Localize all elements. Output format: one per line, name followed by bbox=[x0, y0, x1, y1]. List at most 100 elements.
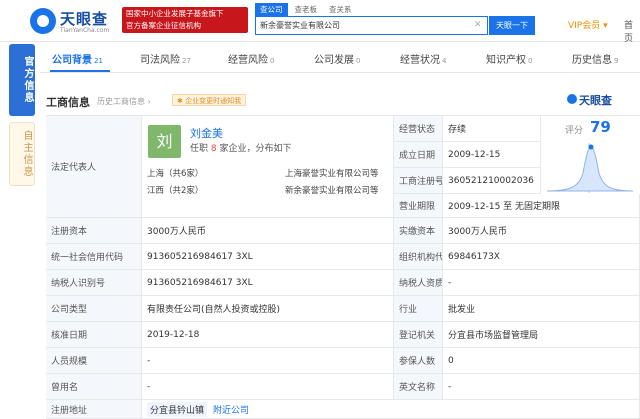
tab-intellectual-property[interactable]: 知识产权 0 bbox=[486, 51, 532, 66]
paid-capital-value: 3000万人民币 bbox=[443, 218, 640, 244]
english-name-label: 英文名称 bbox=[394, 374, 443, 400]
avatar[interactable]: 刘 bbox=[148, 125, 181, 158]
vip-menu[interactable]: VIP会员 ▾ bbox=[568, 18, 608, 31]
tab-label: 知识产权 bbox=[486, 55, 526, 66]
legal-rep-role: 任职 8 家企业，分布如下 bbox=[190, 141, 292, 154]
tab-count: 0 bbox=[528, 57, 533, 65]
section-nav: 公司背景 21 司法风险 27 经营风险 0 公司发展 0 经营状况 4 知识产权 0 历史… bbox=[40, 47, 640, 73]
score-label: 评分 bbox=[565, 126, 584, 136]
english-name-value: - bbox=[443, 374, 640, 400]
side-tab-self[interactable]: 自主信息 bbox=[9, 122, 35, 186]
tab-count: 21 bbox=[94, 57, 103, 65]
score-value: 79 bbox=[590, 118, 611, 136]
change-notify-button[interactable]: ✱ 企业变更时通知我 bbox=[172, 94, 247, 106]
paid-capital-label: 实缴资本 bbox=[394, 218, 443, 244]
approve-date-label: 核准日期 bbox=[46, 322, 142, 348]
address-label: 注册地址 bbox=[46, 400, 142, 419]
tab-count: 27 bbox=[182, 57, 191, 65]
section-title: 工商信息 bbox=[46, 96, 90, 109]
logo-eye-icon bbox=[30, 8, 56, 34]
history-business-info-link[interactable]: 历史工商信息 › bbox=[97, 96, 151, 107]
top-bar: 天眼查 TianYanCha.com 国家中小企业发展子基金旗下 官方备案企业征… bbox=[0, 0, 640, 44]
capital-value: 3000万人民币 bbox=[142, 218, 394, 244]
tab-count: 9 bbox=[614, 57, 619, 65]
tab-business-risk[interactable]: 经营风险 0 bbox=[228, 51, 274, 66]
business-info-table: 法定代表人 刘 刘金美 任职 8 家企业，分布如下 上海（共6家） 上海豪誉实业… bbox=[46, 115, 640, 419]
approve-date-value: 2019-12-18 bbox=[142, 322, 394, 348]
search-button[interactable]: 天眼一下 bbox=[489, 16, 535, 35]
tab-count: 4 bbox=[442, 57, 447, 65]
region-jiangxi[interactable]: 江西（共2家） bbox=[147, 184, 203, 196]
score-distribution-curve bbox=[546, 143, 634, 193]
clear-icon[interactable]: ✕ bbox=[474, 20, 482, 30]
authority-value: 分宜县市场监督管理局 bbox=[443, 322, 640, 348]
former-name-value: - bbox=[142, 374, 394, 400]
region-shanghai-company[interactable]: 上海豪誉实业有限公司等 bbox=[285, 167, 379, 179]
term-label: 营业期限 bbox=[394, 194, 443, 218]
taxpayer-qual-value: - bbox=[443, 270, 640, 296]
tab-count: 0 bbox=[356, 57, 361, 65]
logo-subtitle: TianYanCha.com bbox=[60, 27, 110, 34]
tab-search-company[interactable]: 查公司 bbox=[255, 3, 288, 16]
regno-label: 工商注册号 bbox=[394, 168, 443, 194]
former-name-label: 曾用名 bbox=[46, 374, 142, 400]
industry-value: 批发业 bbox=[443, 296, 640, 322]
legal-rep-name[interactable]: 刘金美 bbox=[190, 125, 223, 141]
role-count: 8 bbox=[210, 144, 217, 154]
score-panel[interactable]: 评分 79 bbox=[541, 116, 640, 218]
tab-legal-risk[interactable]: 司法风险 27 bbox=[140, 51, 191, 66]
region-shanghai[interactable]: 上海（共6家） bbox=[147, 167, 203, 179]
tab-company-development[interactable]: 公司发展 0 bbox=[314, 51, 360, 66]
section-brand: 天眼查 bbox=[579, 94, 612, 107]
tab-company-background[interactable]: 公司背景 21 bbox=[52, 51, 103, 66]
legal-rep-block: 刘 刘金美 任职 8 家企业，分布如下 上海（共6家） 上海豪誉实业有限公司等 … bbox=[142, 116, 394, 218]
company-type-label: 公司类型 bbox=[46, 296, 142, 322]
authority-label: 登记机关 bbox=[394, 322, 443, 348]
address-text: 分宜县钤山镇 bbox=[147, 401, 208, 417]
tab-label: 经营风险 bbox=[228, 55, 268, 66]
industry-label: 行业 bbox=[394, 296, 443, 322]
status-label: 经营状态 bbox=[394, 116, 443, 142]
staff-size-value: - bbox=[142, 348, 394, 374]
legal-rep-label: 法定代表人 bbox=[46, 116, 142, 218]
active-tab-underline bbox=[50, 70, 110, 72]
company-type-value: 有限责任公司(自然人投资或控股) bbox=[142, 296, 394, 322]
staff-size-label: 人员规模 bbox=[46, 348, 142, 374]
tab-search-relation[interactable]: 查关系 bbox=[324, 3, 357, 16]
regno-value: 360521210002036 bbox=[443, 168, 541, 194]
credit-code-label: 统一社会信用代码 bbox=[46, 244, 142, 270]
banner-line-1: 国家中小企业发展子基金旗下 bbox=[126, 9, 224, 18]
taxpayer-id-label: 纳税人识别号 bbox=[46, 270, 142, 296]
capital-label: 注册资本 bbox=[46, 218, 142, 244]
role-suffix: 家企业，分布如下 bbox=[219, 144, 292, 154]
tab-label: 经营状况 bbox=[400, 55, 440, 66]
tab-label: 公司发展 bbox=[314, 55, 354, 66]
tab-search-boss[interactable]: 查老板 bbox=[290, 3, 323, 16]
address-value: 分宜县钤山镇 附近公司 bbox=[142, 400, 640, 419]
org-code-value: 69846173X bbox=[443, 244, 640, 270]
taxpayer-qual-label: 纳税人资质 bbox=[394, 270, 443, 296]
search-box: ✕ bbox=[255, 16, 488, 35]
side-tab-official[interactable]: 官方信息 bbox=[9, 44, 35, 116]
credit-code-value: 913605216984617 3XL bbox=[142, 244, 394, 270]
status-value: 存续 bbox=[443, 116, 541, 142]
brand-eye-icon bbox=[567, 94, 577, 104]
role-prefix: 任职 bbox=[190, 144, 209, 154]
home-link[interactable]: 首页 bbox=[624, 18, 640, 44]
search-input[interactable] bbox=[256, 17, 471, 34]
tab-history[interactable]: 历史信息 9 bbox=[572, 51, 618, 66]
insured-value: 0 bbox=[443, 348, 640, 374]
established-value: 2009-12-15 bbox=[443, 142, 541, 168]
banner-line-2: 官方备案企业征信机构 bbox=[126, 21, 201, 30]
tab-label: 历史信息 bbox=[572, 55, 612, 66]
logo-title: 天眼查 bbox=[60, 10, 109, 28]
region-jiangxi-company[interactable]: 新余豪誉实业有限公司等 bbox=[285, 184, 379, 196]
tab-label: 公司背景 bbox=[52, 55, 92, 66]
tab-business-status[interactable]: 经营状况 4 bbox=[400, 51, 446, 66]
tab-count: 0 bbox=[270, 57, 275, 65]
logo[interactable]: 天眼查 TianYanCha.com bbox=[30, 6, 116, 36]
established-label: 成立日期 bbox=[394, 142, 443, 168]
nearby-companies-link[interactable]: 附近公司 bbox=[213, 403, 249, 416]
org-code-label: 组织机构代码 bbox=[394, 244, 443, 270]
official-banner: 国家中小企业发展子基金旗下 官方备案企业征信机构 bbox=[122, 7, 248, 33]
